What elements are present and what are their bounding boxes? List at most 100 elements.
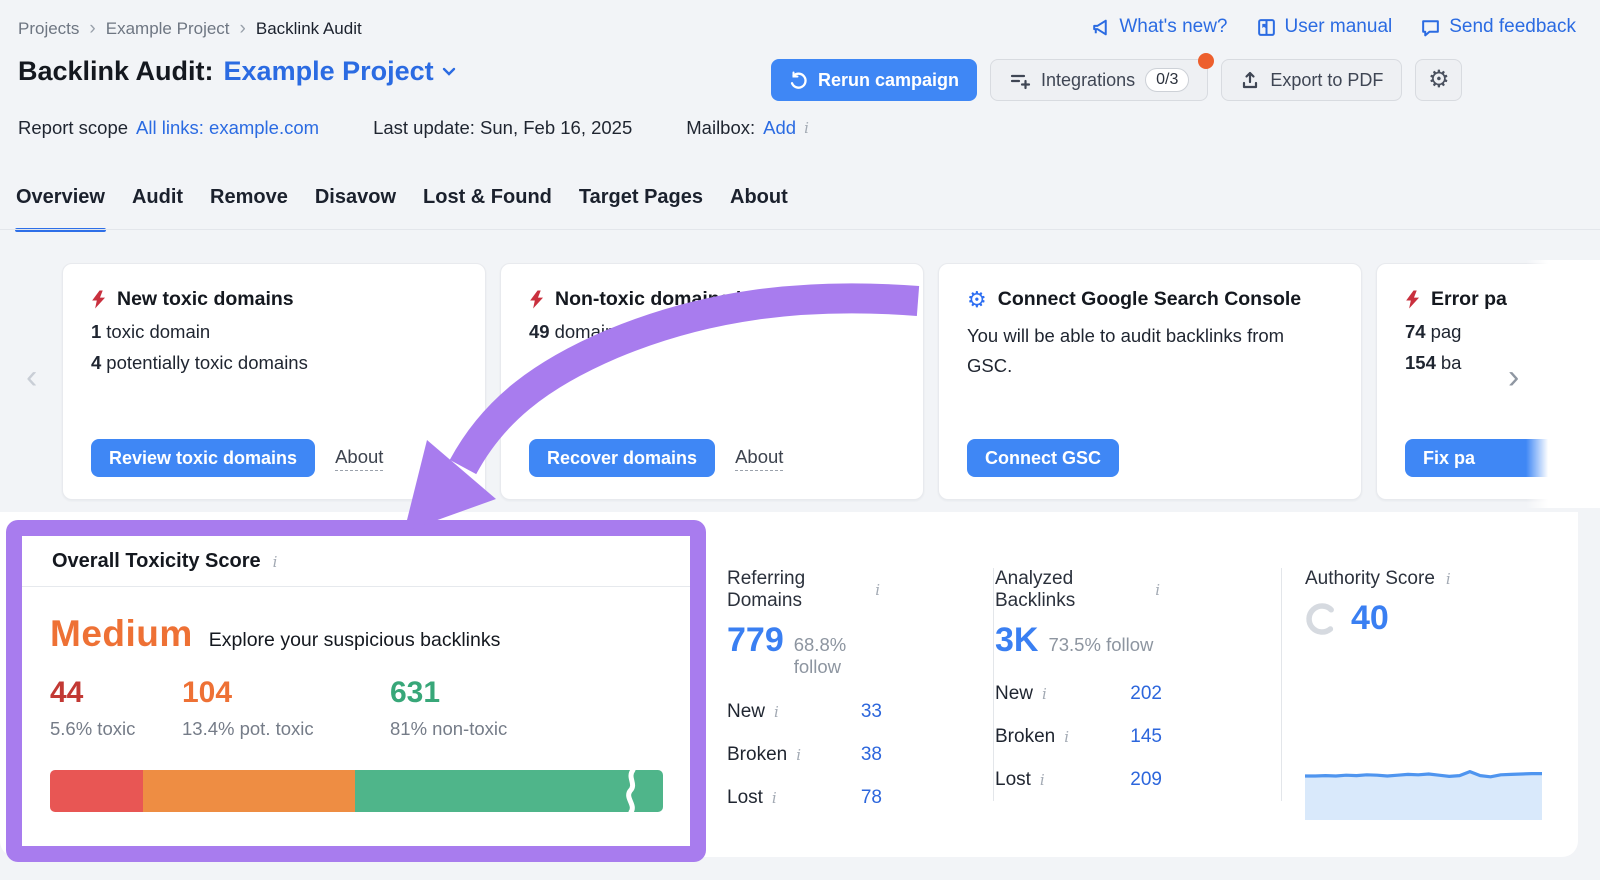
bar-segment-non-toxic <box>355 770 663 812</box>
non-toxic-metric: 631 81% non-toxic <box>390 676 507 740</box>
referring-follow-pct: 68.8% follow <box>794 634 882 678</box>
card-new-toxic-domains: New toxic domains 1toxic domain 4potenti… <box>62 263 486 500</box>
rerun-campaign-button[interactable]: Rerun campaign <box>771 59 977 101</box>
integrations-count-badge: 0/3 <box>1145 68 1189 92</box>
info-icon[interactable] <box>772 703 781 721</box>
page-title: Backlink Audit: Example Project <box>18 56 456 87</box>
lightning-icon <box>91 290 106 309</box>
header-actions: Rerun campaign Integrations 0/3 Export t… <box>771 59 1462 101</box>
info-icon[interactable] <box>1040 685 1049 703</box>
review-toxic-domains-button[interactable]: Review toxic domains <box>91 439 315 477</box>
toxicity-bar <box>50 770 663 812</box>
backlink-audit-page: Projects Example Project Backlink Audit … <box>0 0 1600 880</box>
report-scope-row: Report scope All links: example.com Last… <box>18 117 811 139</box>
info-icon[interactable] <box>1153 581 1162 599</box>
carousel-prev-button[interactable] <box>26 360 37 394</box>
analyzed-lost-row: Lost 209 <box>995 758 1162 801</box>
about-link[interactable]: About <box>735 446 783 471</box>
analyzed-broken-row: Broken 145 <box>995 715 1162 758</box>
domains-lost-count: 49domains lost <box>529 321 895 343</box>
tabs-divider <box>0 229 1600 230</box>
tab-target-pages[interactable]: Target Pages <box>579 186 703 223</box>
info-icon[interactable] <box>1038 771 1047 789</box>
list-plus-icon <box>1009 70 1031 90</box>
gsc-description: You will be able to audit backlinks from… <box>967 321 1297 380</box>
overall-toxicity-section: Overall Toxicity Score Medium Explore yo… <box>22 536 690 846</box>
breadcrumb: Projects Example Project Backlink Audit <box>18 18 362 40</box>
lightning-icon <box>1405 290 1420 309</box>
referring-broken-row: Broken 38 <box>727 733 882 776</box>
tab-bar: Overview Audit Remove Disavow Lost & Fou… <box>16 186 788 223</box>
header-links: What's new? User manual Send feedback <box>1090 16 1576 38</box>
info-icon[interactable] <box>873 581 882 599</box>
divider <box>1281 568 1282 801</box>
info-icon[interactable] <box>770 789 779 807</box>
integrations-button[interactable]: Integrations 0/3 <box>990 59 1208 101</box>
recover-domains-button[interactable]: Recover domains <box>529 439 715 477</box>
breadcrumb-projects[interactable]: Projects <box>18 19 79 39</box>
about-link[interactable]: About <box>335 446 383 471</box>
authority-sparkline <box>1305 766 1542 820</box>
page-title-prefix: Backlink Audit: <box>18 56 214 87</box>
chevron-right-icon <box>240 18 246 40</box>
info-icon[interactable] <box>794 746 803 764</box>
breadcrumb-example-project[interactable]: Example Project <box>106 19 230 39</box>
toxicity-level: Medium <box>50 613 193 655</box>
pot-toxic-metric: 104 13.4% pot. toxic <box>182 676 314 740</box>
megaphone-icon <box>1090 17 1111 38</box>
info-icon[interactable] <box>271 553 280 571</box>
settings-button[interactable] <box>1415 59 1462 101</box>
chevron-down-icon <box>442 67 456 76</box>
notification-dot <box>1198 53 1214 69</box>
report-scope-label: Report scope <box>18 117 128 139</box>
analyzed-backlinks-section: Analyzed Backlinks 3K 73.5% follow New 2… <box>995 568 1162 801</box>
lightning-icon <box>529 290 544 309</box>
mailbox-label: Mailbox: <box>686 117 755 139</box>
whats-new-link[interactable]: What's new? <box>1090 16 1227 38</box>
send-feedback-link[interactable]: Send feedback <box>1420 16 1576 38</box>
bar-break-mark <box>625 768 639 814</box>
carousel-next-button[interactable] <box>1508 360 1519 394</box>
tab-remove[interactable]: Remove <box>210 186 288 223</box>
potentially-toxic-count: 4potentially toxic domains <box>91 352 457 374</box>
project-name: Example Project <box>224 56 434 87</box>
tab-audit[interactable]: Audit <box>132 186 183 223</box>
referring-domains-section: Referring Domains 779 68.8% follow New 3… <box>727 568 882 819</box>
tab-lost-and-found[interactable]: Lost & Found <box>423 186 552 223</box>
alert-cards-carousel: New toxic domains 1toxic domain 4potenti… <box>62 263 1600 500</box>
tab-disavow[interactable]: Disavow <box>315 186 396 223</box>
referring-domains-value[interactable]: 779 <box>727 621 784 660</box>
info-icon[interactable] <box>802 119 811 137</box>
bar-segment-toxic <box>50 770 143 812</box>
authority-score-section: Authority Score 40 <box>1305 568 1545 638</box>
info-icon[interactable] <box>1062 728 1071 746</box>
analyzed-new-row: New 202 <box>995 672 1162 715</box>
gear-icon <box>1428 68 1450 92</box>
tab-about[interactable]: About <box>730 186 788 223</box>
analyzed-backlinks-value[interactable]: 3K <box>995 621 1038 660</box>
refresh-icon <box>789 71 808 90</box>
analyzed-follow-pct: 73.5% follow <box>1048 634 1153 656</box>
card-non-toxic-domains-lost: Non-toxic domains lost 49domains lost Re… <box>500 263 924 500</box>
project-selector[interactable]: Example Project <box>224 56 456 87</box>
export-pdf-button[interactable]: Export to PDF <box>1221 59 1402 101</box>
report-scope-link[interactable]: All links: example.com <box>136 117 319 139</box>
referring-new-row: New 33 <box>727 690 882 733</box>
info-icon[interactable] <box>1444 570 1453 588</box>
last-update-text: Last update: Sun, Feb 16, 2025 <box>373 117 632 139</box>
tab-overview[interactable]: Overview <box>16 186 105 223</box>
toxic-metric: 44 5.6% toxic <box>50 676 135 740</box>
breadcrumb-backlink-audit: Backlink Audit <box>256 19 362 39</box>
mailbox-add-link[interactable]: Add <box>763 117 796 139</box>
connect-gsc-button[interactable]: Connect GSC <box>967 439 1119 477</box>
toxicity-title: Overall Toxicity Score <box>52 550 261 573</box>
card-connect-gsc: ⚙ Connect Google Search Console You will… <box>938 263 1362 500</box>
toxicity-hint: Explore your suspicious backlinks <box>209 629 501 652</box>
authority-score-value: 40 <box>1351 599 1389 638</box>
divider <box>993 568 994 801</box>
user-manual-link[interactable]: User manual <box>1256 16 1393 38</box>
gear-icon: ⚙ <box>967 289 987 311</box>
chevron-right-icon <box>89 18 95 40</box>
toxic-domain-count: 1toxic domain <box>91 321 457 343</box>
export-icon <box>1240 70 1260 90</box>
